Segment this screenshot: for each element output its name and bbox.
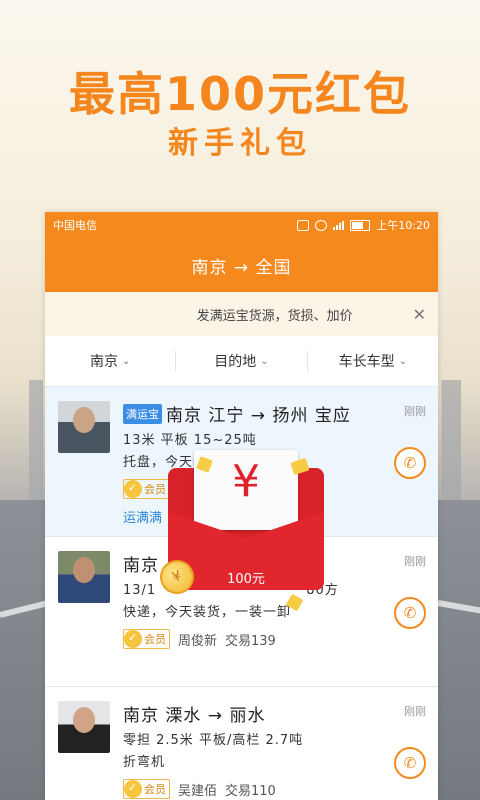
contact-name: 周俊新 — [178, 633, 218, 649]
mys-link[interactable]: 运满满 — [123, 507, 162, 526]
list-item[interactable]: 南京 溧水 → 丽水 刚刚 零担 2.5米 平板/高栏 2.7吨 折弯机 会员 … — [45, 687, 438, 800]
route-header: 南京 → 全国 — [45, 238, 438, 292]
chevron-down-icon: ⌄ — [260, 355, 269, 367]
notice-banner[interactable]: 发满运宝货源，货损、加价 ✕ — [45, 292, 438, 336]
member-badge: 会员 — [123, 479, 170, 499]
phone-icon: ✆ — [403, 754, 417, 772]
cargo-spec: 零担 2.5米 平板/高栏 2.7吨 — [123, 733, 304, 748]
route-text: 南京 — [123, 556, 159, 576]
filter-label: 目的地 — [214, 354, 257, 370]
medal-icon — [124, 480, 142, 498]
medal-icon — [124, 780, 142, 798]
alarm-icon — [315, 219, 328, 231]
mys-badge: 满运宝 — [123, 403, 162, 424]
phone-call-button[interactable]: ✆ — [394, 447, 426, 479]
clock: 上午10:20 — [376, 219, 430, 232]
signal-icon — [333, 220, 345, 230]
shipper-meta: 会员 周俊新 交易139 — [123, 629, 276, 649]
post-time: 刚刚 — [404, 405, 426, 418]
contact-name: 吴建佰 — [178, 783, 218, 799]
vibrate-icon — [297, 219, 310, 231]
filter-label: 南京 — [89, 354, 118, 370]
filter-destination[interactable]: 目的地 ⌄ — [175, 351, 306, 371]
member-badge: 会员 — [123, 629, 170, 649]
carrier-label: 中国电信 — [53, 219, 97, 232]
cargo-desc: 快递，今天装货，一装一卸 — [123, 605, 292, 620]
post-time: 刚刚 — [404, 705, 426, 718]
route-text: 南京 溧水 → 丽水 — [123, 706, 266, 726]
status-bar: 中国电信 上午10:20 — [45, 212, 438, 238]
filter-bar: 南京 ⌄ 目的地 ⌄ 车长车型 ⌄ — [45, 336, 438, 387]
promo-subtitle: 新手礼包 — [168, 126, 312, 161]
filter-vehicle[interactable]: 车长车型 ⌄ — [306, 351, 438, 371]
avatar — [58, 401, 110, 453]
medal-icon — [124, 630, 142, 648]
page-title: 南京 → 全国 — [191, 257, 292, 278]
promo-title: 最高100元红包 — [68, 67, 412, 121]
trade-count: 交易110 — [225, 783, 276, 799]
phone-call-button[interactable]: ✆ — [394, 597, 426, 629]
close-icon[interactable]: ✕ — [413, 305, 426, 324]
route-title: 南京 — [123, 551, 159, 576]
shipper-meta: 会员 吴建佰 交易110 — [123, 779, 276, 799]
trade-count: 交易139 — [225, 633, 276, 649]
notice-text: 发满运宝货源，货损、加价 — [196, 308, 353, 324]
phone-call-button[interactable]: ✆ — [394, 747, 426, 779]
filter-label: 车长车型 — [338, 354, 395, 370]
cargo-spec: 13米 平板 15~25吨 — [123, 433, 257, 448]
route-title: 南京 溧水 → 丽水 — [123, 701, 265, 726]
filter-origin[interactable]: 南京 ⌄ — [45, 351, 175, 371]
route-title: 满运宝 南京 江宁 → 扬州 宝应 — [123, 401, 351, 426]
chevron-down-icon: ⌄ — [398, 355, 408, 367]
post-time: 刚刚 — [404, 555, 426, 568]
shipper-meta: 会员 — [123, 479, 170, 499]
phone-icon: ✆ — [403, 604, 417, 622]
battery-icon — [350, 219, 371, 231]
cargo-desc: 折弯机 — [123, 755, 166, 770]
chevron-down-icon: ⌄ — [121, 355, 131, 367]
phone-icon: ✆ — [403, 454, 417, 472]
route-text: 南京 江宁 → 扬州 宝应 — [166, 406, 351, 426]
member-badge: 会员 — [123, 779, 170, 799]
avatar — [58, 551, 110, 603]
avatar — [58, 701, 110, 753]
